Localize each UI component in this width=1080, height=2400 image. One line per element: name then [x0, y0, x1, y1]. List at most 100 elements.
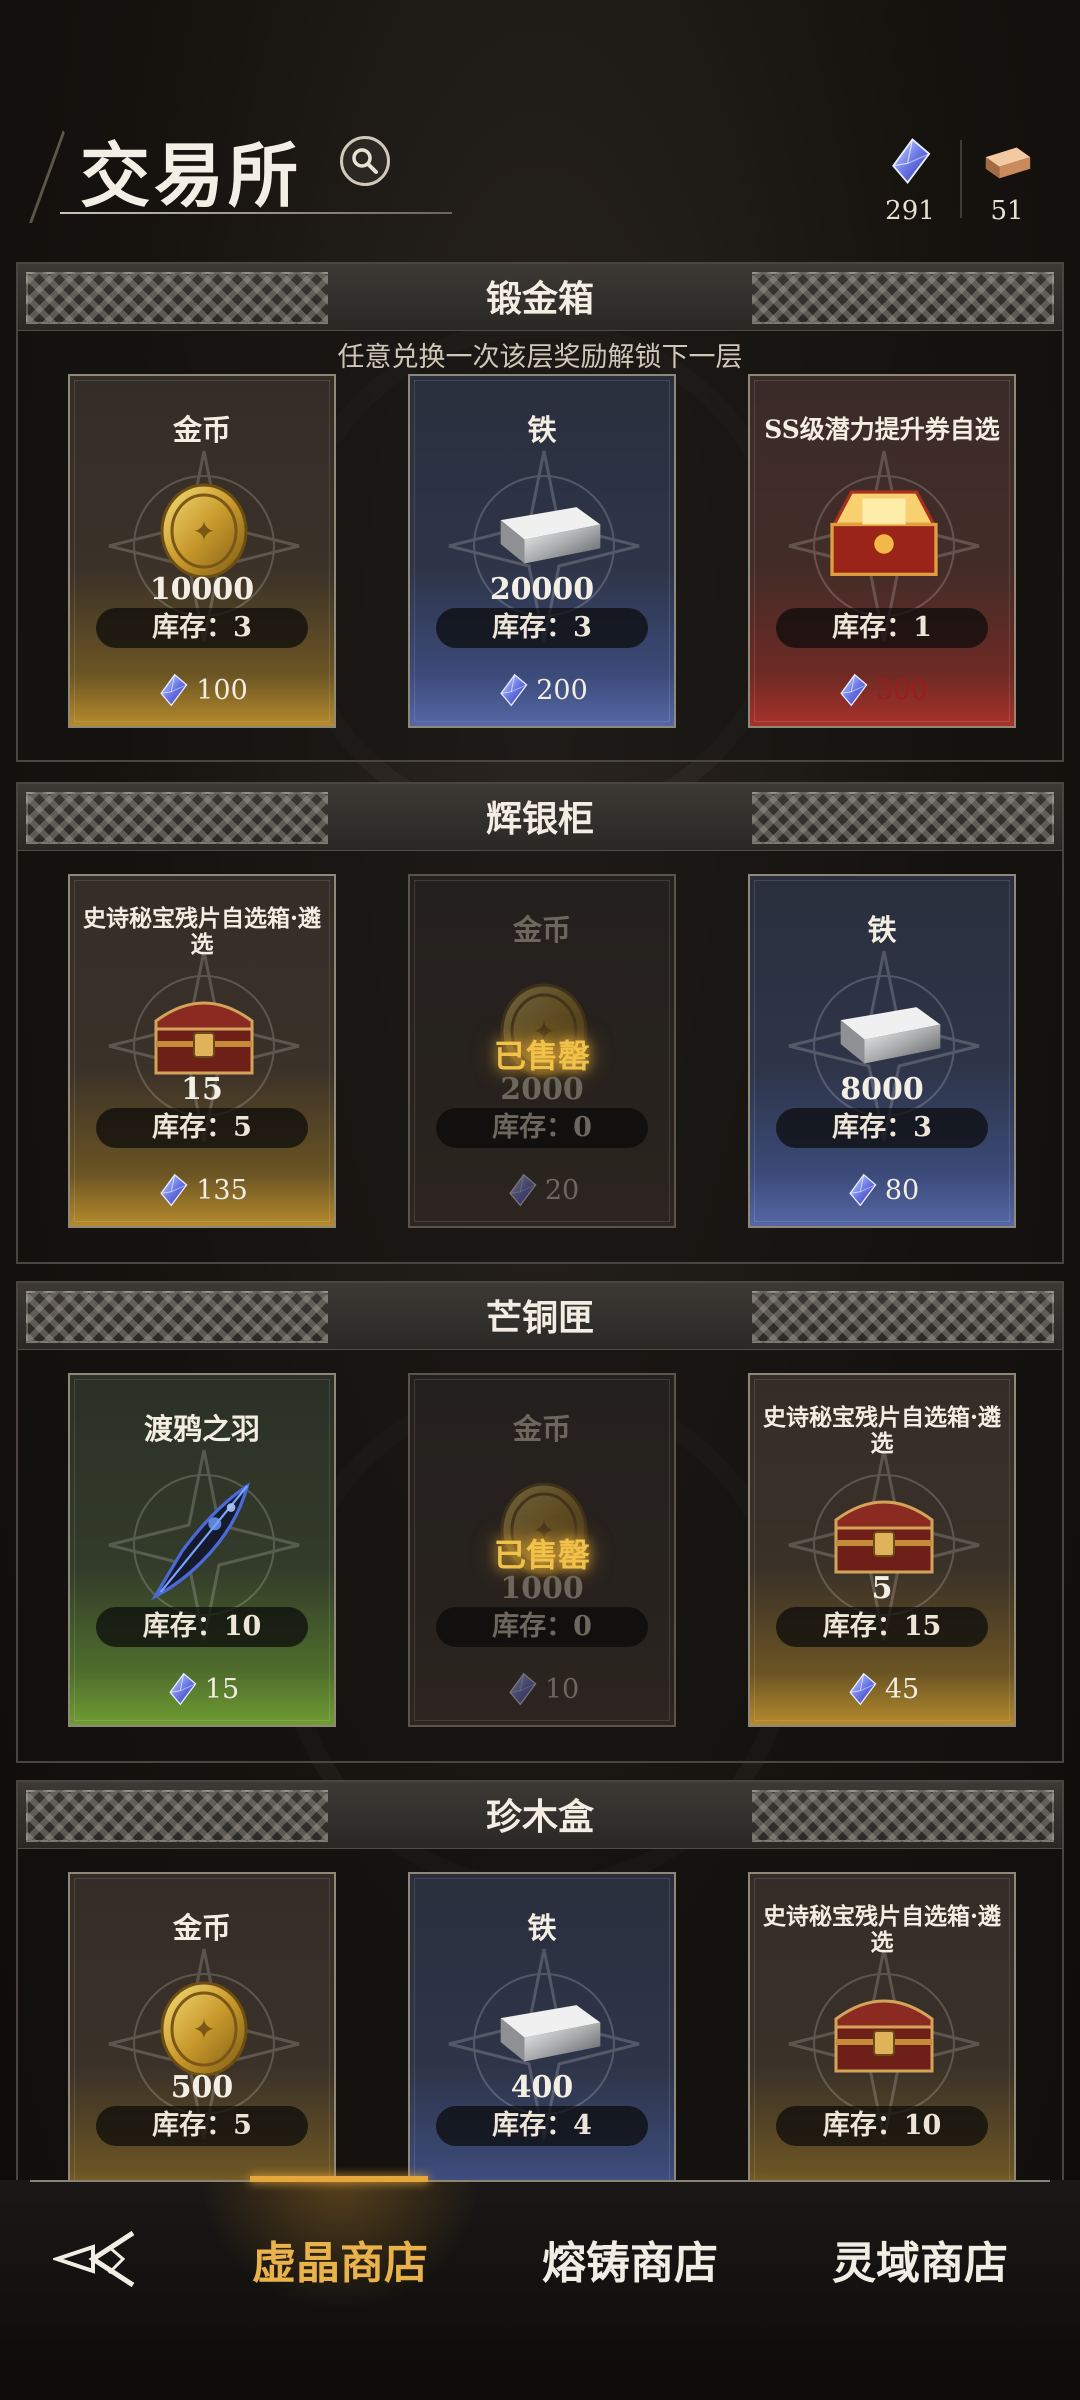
- nav-divider-line: [30, 2180, 1050, 2182]
- shop-card[interactable]: SS级潜力提升券自选 库存：1 300: [748, 374, 1016, 728]
- item-stock: 库存：5: [96, 1108, 308, 1148]
- sold-out-label: 已售罄: [493, 1536, 590, 1574]
- item-price: 135: [70, 1170, 334, 1210]
- crystal-icon: [505, 1170, 539, 1210]
- crystal-icon: [505, 1669, 539, 1709]
- item-stock: 库存：0: [436, 1108, 648, 1148]
- item-amount: 2000: [500, 1072, 584, 1107]
- section-forged-gold-box: 锻金箱 任意兑换一次该层奖励解锁下一层 金币 10000 库存：3 100 铁 …: [16, 262, 1064, 762]
- raven-feather-icon: [134, 1475, 274, 1605]
- iron-ingot-icon: [814, 976, 954, 1086]
- shop-card[interactable]: 金币 500 库存：5: [68, 1872, 336, 2226]
- section-title: 芒铜匣: [485, 1297, 594, 1339]
- shop-card[interactable]: 史诗秘宝残片自选箱·遴选 15 库存：5 135: [68, 874, 336, 1228]
- currency-ingot-value: 51: [990, 196, 1024, 226]
- item-amount: 500: [170, 2070, 234, 2105]
- search-icon: [352, 148, 378, 174]
- crystal-icon: [845, 1669, 879, 1709]
- shop-card[interactable]: 金币 10000 库存：3 100: [68, 374, 336, 728]
- item-price: 80: [750, 1170, 1014, 1210]
- tab-forge-shop[interactable]: 熔铸商店: [500, 2204, 760, 2314]
- tab-spirit-shop[interactable]: 灵域商店: [790, 2204, 1050, 2314]
- item-amount: 20000: [489, 572, 595, 607]
- treasure-chest-icon: [814, 476, 954, 586]
- item-price: 200: [410, 670, 674, 710]
- item-name: 金币: [512, 913, 571, 947]
- section-header: 珍木盒: [18, 1782, 1062, 1849]
- shop-card[interactable]: 史诗秘宝残片自选箱·遴选 库存：10: [748, 1872, 1016, 2226]
- crystal-icon: [845, 1170, 879, 1210]
- item-amount: 5: [871, 1571, 893, 1606]
- item-name: 渡鸦之羽: [143, 1412, 260, 1446]
- chest-icon: [814, 1475, 954, 1585]
- shop-card-sold-out[interactable]: 金币 已售罄 2000 库存：0 20: [408, 874, 676, 1228]
- currency-crystal[interactable]: 291: [870, 130, 950, 226]
- item-stock: 库存：10: [96, 1607, 308, 1647]
- item-amount: 8000: [840, 1072, 924, 1107]
- item-price: 100: [70, 670, 334, 710]
- section-header: 辉银柜: [18, 784, 1062, 851]
- crystal-icon: [165, 1669, 199, 1709]
- title-underline: [60, 212, 452, 214]
- item-stock: 库存：3: [436, 608, 648, 648]
- item-stock: 库存：3: [96, 608, 308, 648]
- section-subtitle-row: 任意兑换一次该层奖励解锁下一层: [18, 331, 1062, 375]
- crystal-icon: [496, 670, 530, 710]
- item-amount: 400: [510, 2070, 574, 2105]
- shop-card[interactable]: 铁 20000 库存：3 200: [408, 374, 676, 728]
- currency-divider: [960, 140, 962, 218]
- crystal-icon: [870, 130, 950, 192]
- item-name: 金币: [172, 413, 231, 447]
- active-tab-indicator: [250, 2176, 428, 2182]
- item-amount: 1000: [500, 1571, 584, 1606]
- gold-coin-icon: [134, 1974, 274, 2084]
- crystal-icon: [156, 670, 190, 710]
- item-stock: 库存：10: [776, 2106, 988, 2146]
- item-price: 10: [410, 1669, 674, 1709]
- price-value: 300: [876, 674, 928, 706]
- currency-crystal-value: 291: [885, 196, 935, 226]
- search-button[interactable]: [340, 136, 390, 186]
- price-value: 80: [884, 1174, 920, 1206]
- item-stock: 库存：5: [96, 2106, 308, 2146]
- item-name: 史诗秘宝残片自选箱·遴选: [82, 905, 321, 958]
- section-title: 锻金箱: [485, 278, 594, 320]
- shop-card[interactable]: 渡鸦之羽 库存：10 15: [68, 1373, 336, 1727]
- section-copper-casket: 芒铜匣 渡鸦之羽 库存：10 15 金币 已售罄 1000 库存：0 10 史诗…: [16, 1281, 1064, 1763]
- section-subtitle: 任意兑换一次该层奖励解锁下一层: [337, 342, 743, 373]
- section-title: 辉银柜: [485, 798, 594, 840]
- shop-card-sold-out[interactable]: 金币 已售罄 1000 库存：0 10: [408, 1373, 676, 1727]
- shop-card[interactable]: 史诗秘宝残片自选箱·遴选 5 库存：15 45: [748, 1373, 1016, 1727]
- section-title: 珍木盒: [485, 1796, 594, 1838]
- item-stock: 库存：4: [436, 2106, 648, 2146]
- crystal-icon: [156, 1170, 190, 1210]
- section-silver-cabinet: 辉银柜 史诗秘宝残片自选箱·遴选 15 库存：5 135 金币 已售罄 2000…: [16, 782, 1064, 1264]
- price-value: 15: [204, 1673, 240, 1705]
- shop-card[interactable]: 铁 8000 库存：3 80: [748, 874, 1016, 1228]
- item-name: 铁: [527, 1911, 557, 1945]
- item-stock: 库存：0: [436, 1607, 648, 1647]
- item-price: 15: [70, 1669, 334, 1709]
- item-price: 20: [410, 1170, 674, 1210]
- price-value: 45: [884, 1673, 920, 1705]
- item-name: 金币: [512, 1412, 571, 1446]
- price-value: 20: [544, 1174, 580, 1206]
- item-price: 300: [750, 670, 1014, 710]
- currency-ingot[interactable]: 51: [967, 130, 1047, 226]
- item-name: 史诗秘宝残片自选箱·遴选: [762, 1404, 1001, 1457]
- chest-icon: [814, 1974, 954, 2084]
- back-button[interactable]: [40, 2204, 150, 2314]
- item-price: 45: [750, 1669, 1014, 1709]
- iron-ingot-icon: [474, 1974, 614, 2084]
- price-value: 135: [196, 1174, 248, 1206]
- item-name: 史诗秘宝残片自选箱·遴选: [762, 1903, 1001, 1956]
- shop-card[interactable]: 铁 400 库存：4: [408, 1872, 676, 2226]
- item-name: 铁: [867, 913, 897, 947]
- tab-crystal-shop[interactable]: 虚晶商店: [210, 2204, 470, 2314]
- iron-ingot-icon: [474, 476, 614, 586]
- crystal-icon: [836, 670, 870, 710]
- item-stock: 库存：15: [776, 1607, 988, 1647]
- price-value: 10: [544, 1673, 580, 1705]
- item-amount: 10000: [149, 572, 255, 607]
- section-header: 锻金箱: [18, 264, 1062, 331]
